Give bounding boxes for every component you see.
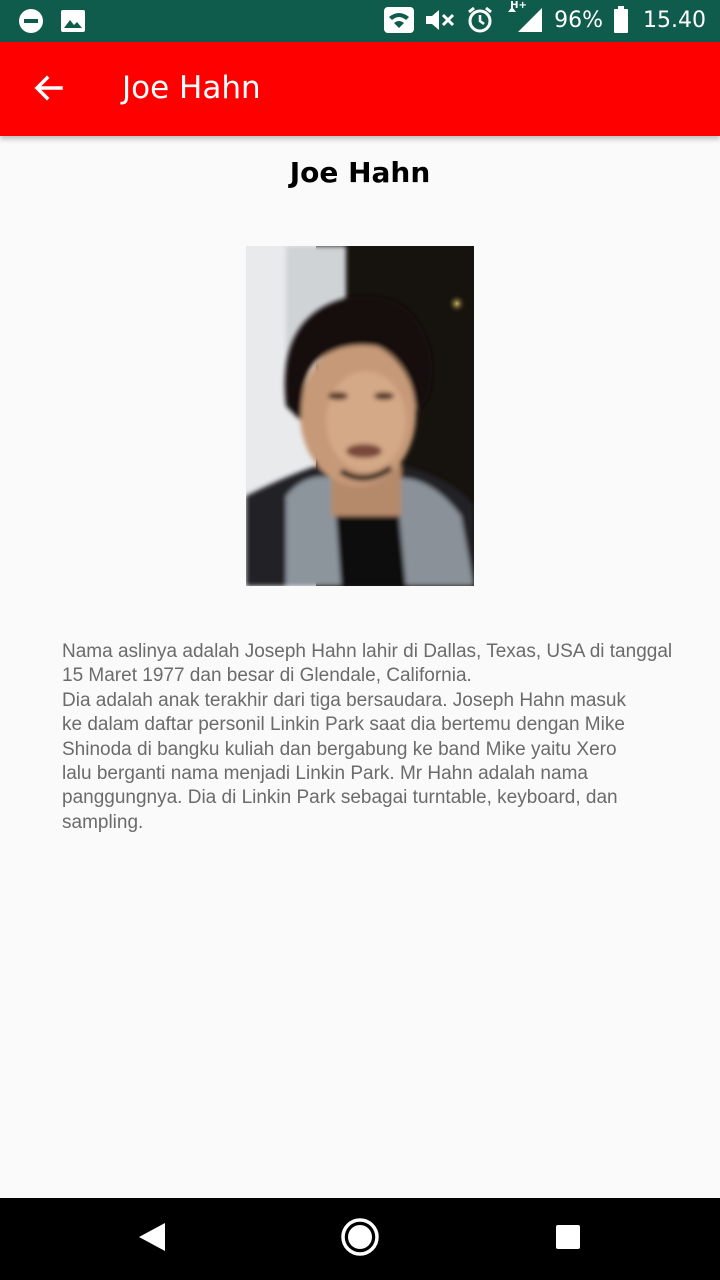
nav-home-button[interactable] xyxy=(336,1215,384,1263)
battery-icon xyxy=(613,6,629,34)
network-type-label: H+ xyxy=(510,0,527,11)
back-triangle-icon xyxy=(137,1221,167,1257)
image-icon xyxy=(60,9,86,33)
wifi-icon xyxy=(384,7,415,33)
clock: 15.40 xyxy=(643,7,706,33)
dnd-icon xyxy=(18,8,44,34)
back-button[interactable] xyxy=(22,64,74,116)
recents-square-icon xyxy=(555,1224,581,1254)
nav-recents-button[interactable] xyxy=(544,1215,592,1263)
battery-level: 96% xyxy=(554,7,604,33)
home-circle-icon xyxy=(340,1217,380,1261)
page-title: Joe Hahn xyxy=(289,156,431,189)
status-bar: H+ 96% 15.40 xyxy=(0,0,720,42)
navigation-bar xyxy=(0,1198,720,1280)
arrow-back-icon xyxy=(33,73,63,107)
app-bar: Joe Hahn xyxy=(0,42,720,136)
nav-back-button[interactable] xyxy=(128,1215,176,1263)
bio-text: Nama aslinya adalah Joseph Hahn lahir di… xyxy=(62,641,673,833)
signal-icon: H+ xyxy=(504,0,544,34)
app-bar-title: Joe Hahn xyxy=(122,70,261,106)
alarm-icon xyxy=(466,6,494,34)
artist-photo xyxy=(246,246,474,586)
mute-icon xyxy=(424,7,456,33)
